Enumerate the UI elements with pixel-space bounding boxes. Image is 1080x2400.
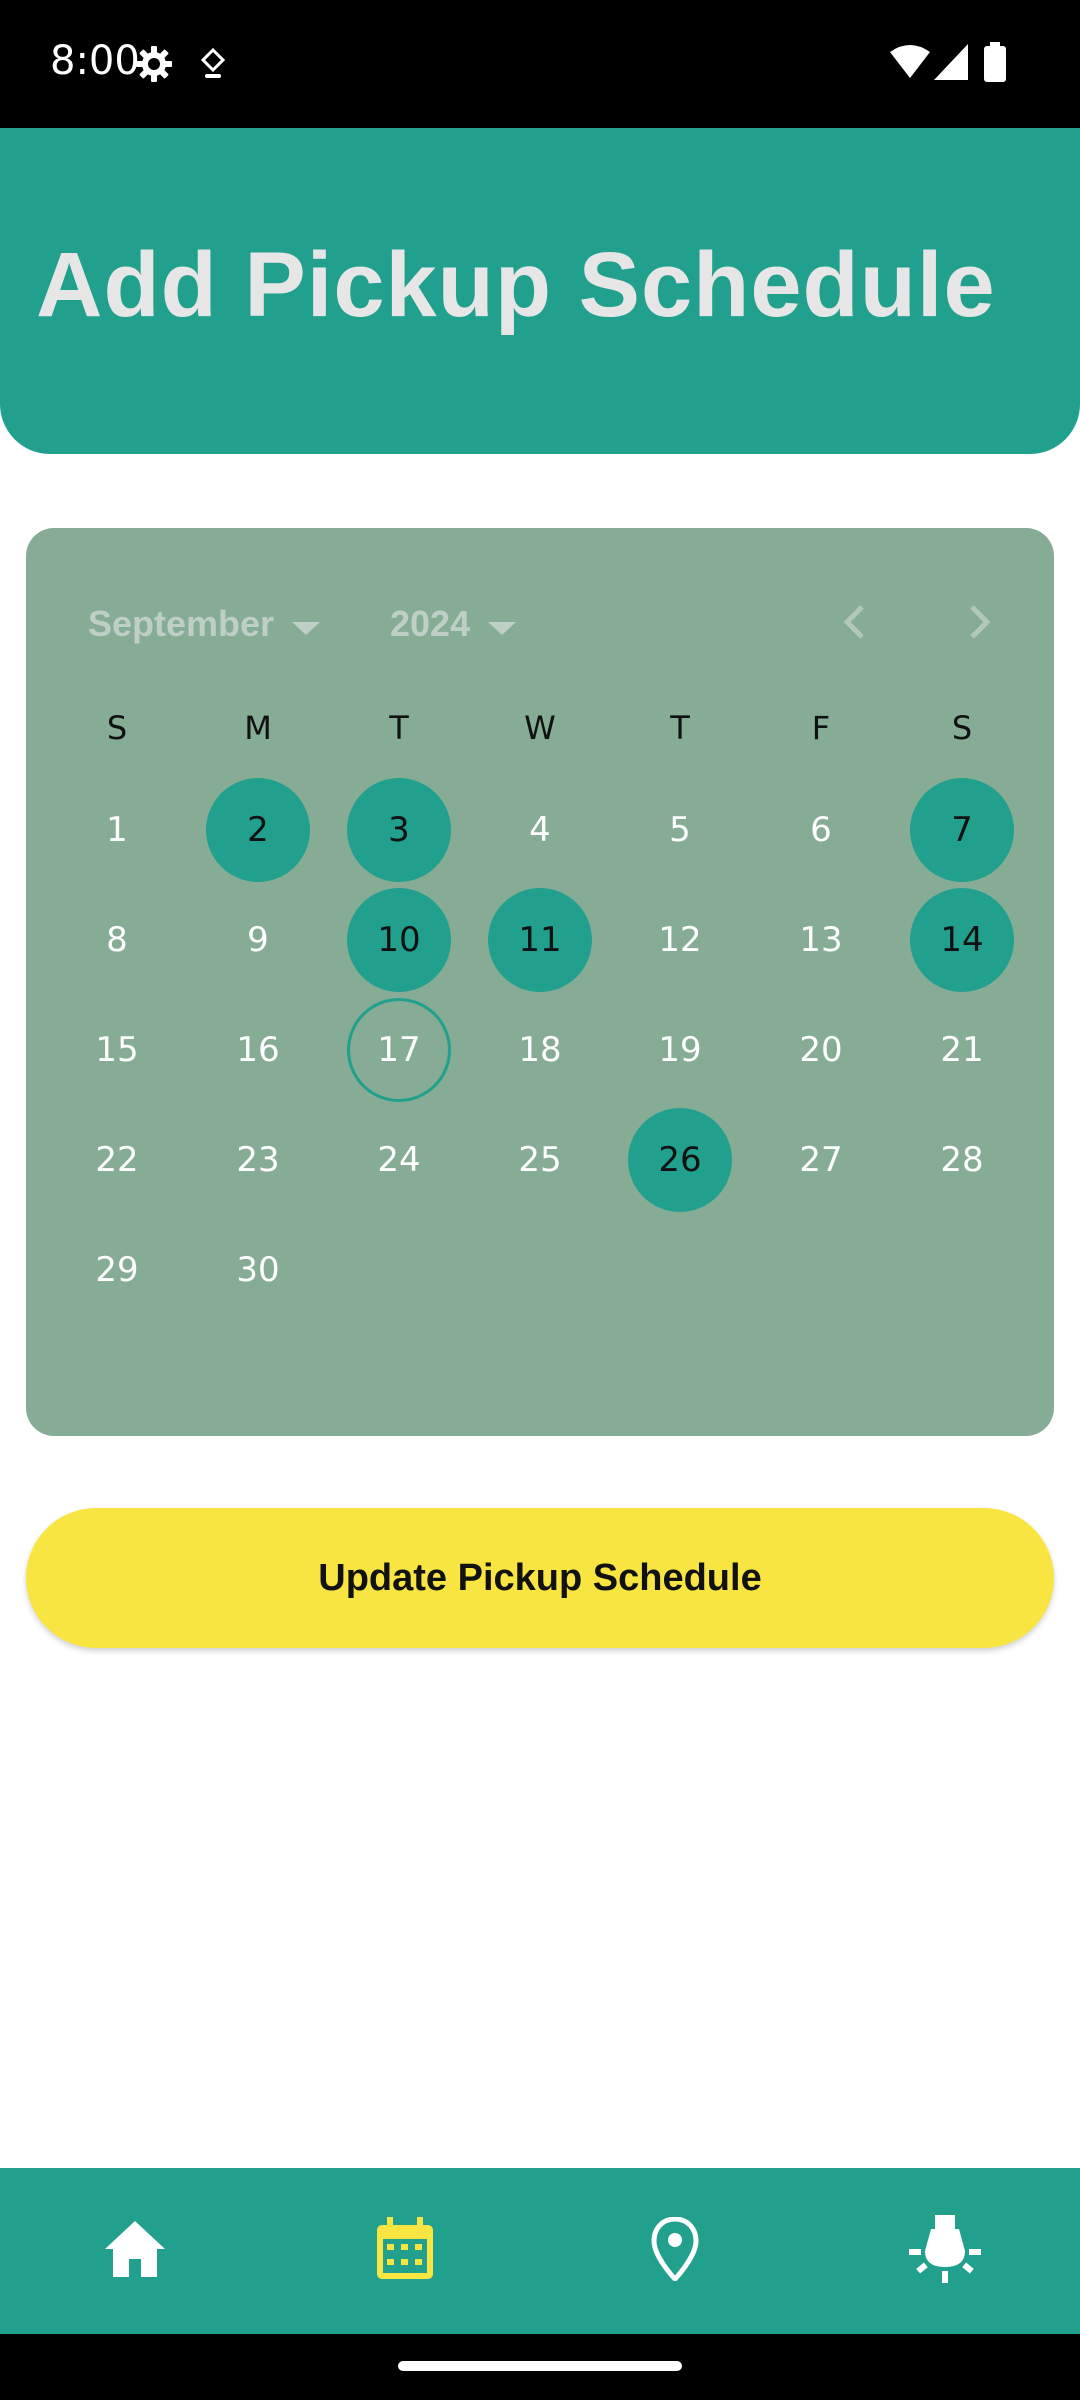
calendar-icon	[375, 2216, 435, 2286]
calendar-day[interactable]: 14	[910, 888, 1014, 992]
calendar-day[interactable]: 12	[628, 888, 732, 992]
calendar-day[interactable]: 20	[769, 998, 873, 1102]
status-bar: 8:00	[0, 0, 1080, 128]
location-pin-icon	[651, 2215, 699, 2286]
calendar-day[interactable]: 9	[206, 888, 310, 992]
light-bulb-icon	[909, 2214, 981, 2288]
calendar-day[interactable]: 13	[769, 888, 873, 992]
year-dropdown[interactable]: 2024	[390, 568, 517, 680]
calendar-day[interactable]: 23	[206, 1108, 310, 1212]
page-title: Add Pickup Schedule	[36, 234, 996, 336]
settings-gear-icon	[134, 44, 174, 89]
location-services-icon	[200, 47, 226, 85]
weekday-label: T	[670, 709, 690, 747]
calendar-day[interactable]: 5	[628, 778, 732, 882]
calendar-day[interactable]: 10	[347, 888, 451, 992]
calendar-day[interactable]: 19	[628, 998, 732, 1102]
nav-calendar[interactable]	[270, 2168, 540, 2334]
calendar-day[interactable]: 4	[488, 778, 592, 882]
calendar-day[interactable]: 29	[65, 1218, 169, 1322]
weekday-label: S	[106, 709, 128, 747]
weekday-label: S	[951, 709, 973, 747]
calendar-day[interactable]: 15	[65, 998, 169, 1102]
calendar-day[interactable]: 7	[910, 778, 1014, 882]
home-indicator[interactable]	[398, 2361, 682, 2371]
calendar-day[interactable]: 16	[206, 998, 310, 1102]
weekday-label: T	[389, 709, 409, 747]
nav-tips[interactable]	[810, 2168, 1080, 2334]
status-time: 8:00	[50, 38, 140, 84]
calendar-day[interactable]: 24	[347, 1108, 451, 1212]
month-label: September	[88, 603, 275, 644]
weekday-label: W	[524, 709, 556, 747]
weekday-label: M	[244, 709, 272, 747]
next-month-button[interactable]	[950, 568, 1010, 680]
battery-icon	[984, 42, 1006, 87]
calendar-day[interactable]: 30	[206, 1218, 310, 1322]
calendar-day[interactable]: 3	[347, 778, 451, 882]
calendar-day[interactable]: 27	[769, 1108, 873, 1212]
chevron-down-icon	[292, 603, 321, 645]
previous-month-button[interactable]	[824, 568, 884, 680]
cellular-signal-icon	[934, 44, 968, 85]
calendar-day[interactable]: 28	[910, 1108, 1014, 1212]
calendar-day[interactable]: 18	[488, 998, 592, 1102]
chevron-right-icon	[968, 604, 992, 645]
calendar-day[interactable]: 8	[65, 888, 169, 992]
calendar-day[interactable]: 26	[628, 1108, 732, 1212]
calendar-day[interactable]: 2	[206, 778, 310, 882]
chevron-left-icon	[842, 604, 866, 645]
weekday-label: F	[811, 709, 831, 747]
header-banner: Add Pickup Schedule	[0, 128, 1080, 454]
calendar: September 2024 SMTWTFS 1 2 3 4 5 6 7 8 9 10 11 12 13…	[26, 528, 1054, 1436]
calendar-day[interactable]: 6	[769, 778, 873, 882]
calendar-day[interactable]: 17	[347, 998, 451, 1102]
nav-location[interactable]	[540, 2168, 810, 2334]
chevron-down-icon	[488, 603, 517, 645]
calendar-day[interactable]: 1	[65, 778, 169, 882]
home-icon	[103, 2219, 167, 2284]
weekday-header-row: SMTWTFS	[26, 688, 1054, 768]
bottom-navigation	[0, 2168, 1080, 2334]
calendar-day[interactable]: 22	[65, 1108, 169, 1212]
nav-home[interactable]	[0, 2168, 270, 2334]
calendar-day[interactable]: 21	[910, 998, 1014, 1102]
calendar-day[interactable]: 11	[488, 888, 592, 992]
month-dropdown[interactable]: September	[88, 568, 321, 680]
wifi-icon	[890, 44, 930, 85]
update-pickup-schedule-button[interactable]: Update Pickup Schedule	[26, 1508, 1054, 1648]
year-label: 2024	[390, 603, 471, 644]
calendar-day[interactable]: 25	[488, 1108, 592, 1212]
